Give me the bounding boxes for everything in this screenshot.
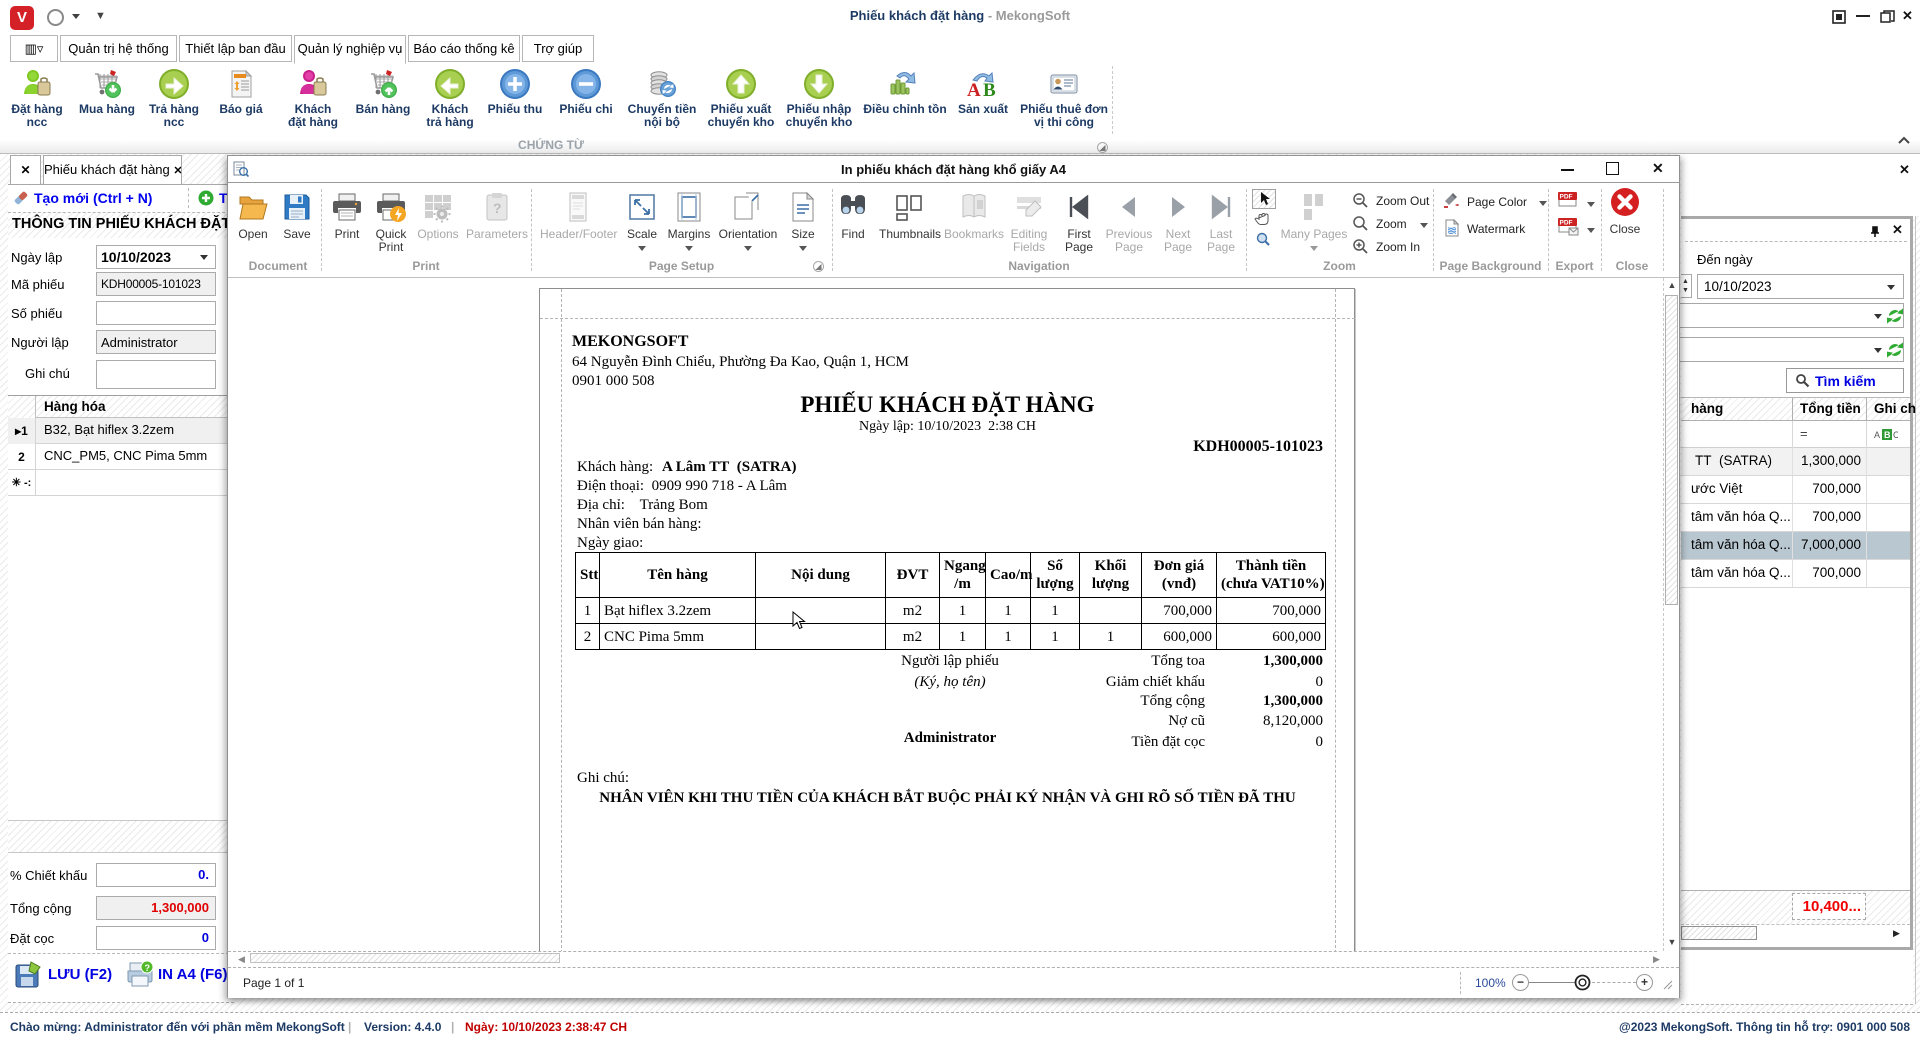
svg-text:PDF: PDF	[1560, 194, 1573, 201]
svg-text:PDF: PDF	[1560, 220, 1573, 227]
svg-text:A: A	[1874, 430, 1880, 440]
svg-text:?: ?	[493, 200, 502, 216]
svg-text:B: B	[1884, 430, 1891, 440]
svg-text:?: ?	[145, 963, 151, 973]
svg-text:C: C	[1893, 430, 1898, 440]
svg-text:B: B	[983, 80, 996, 100]
svg-text:A: A	[967, 80, 981, 100]
